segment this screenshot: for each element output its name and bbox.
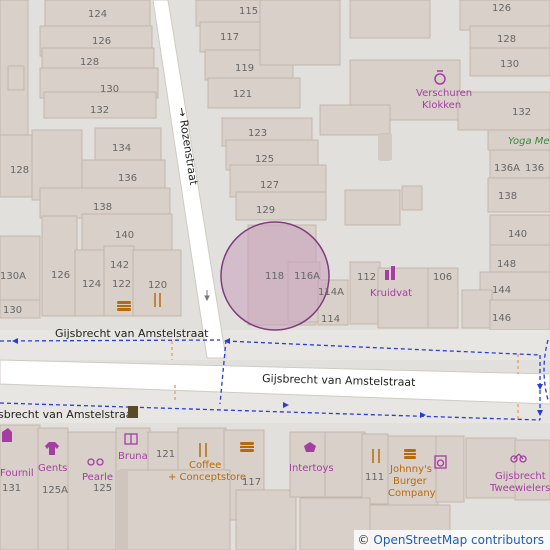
house-number: 127 [260, 180, 279, 191]
house-number: 125A [42, 485, 68, 496]
house-number: 126 [492, 3, 511, 14]
house-number: 128 [10, 165, 29, 176]
house-number: 124 [88, 9, 107, 20]
house-number: 123 [248, 128, 267, 139]
house-number: 118 [265, 271, 284, 282]
house-number: 130A [0, 271, 26, 282]
house-number: 125 [93, 483, 112, 494]
house-number: 146 [492, 313, 511, 324]
house-number: 138 [93, 202, 112, 213]
building-dark [116, 470, 128, 550]
house-number: 136 [118, 173, 137, 184]
house-number: 116A [294, 271, 320, 282]
poi-label-pearle: Pearle [82, 472, 113, 483]
poi-label-intertoys: Intertoys [289, 463, 334, 474]
house-number: 128 [80, 57, 99, 68]
house-number: 140 [115, 230, 134, 241]
attribution-link[interactable]: OpenStreetMap contributors [373, 533, 544, 547]
street-label-amstelstraat-west: Gijsbrecht van Amstelstraat [55, 327, 209, 340]
house-number: 119 [235, 63, 254, 74]
house-number: 130 [100, 84, 119, 95]
house-number: 144 [492, 285, 511, 296]
burger-icon [404, 449, 416, 459]
house-number: 128 [497, 34, 516, 45]
house-number: 126 [51, 270, 70, 281]
burger-icon [240, 442, 254, 452]
poi-label-verschuren: Verschuren [416, 88, 472, 99]
house-number: 114A [318, 287, 344, 298]
house-number: 120 [148, 280, 167, 291]
poi-label-gents: Gents [38, 463, 67, 474]
house-number: 132 [512, 107, 531, 118]
poi-label-gijsbrecht: Gijsbrecht [495, 471, 546, 482]
house-number: 136A [494, 163, 520, 174]
house-number: 129 [256, 205, 275, 216]
house-number: 132 [90, 105, 109, 116]
house-number: 138 [498, 191, 517, 202]
map-canvas[interactable]: → Rozenstraat Gijsbrecht van Amstelstraa… [0, 0, 550, 550]
poi-label-yoga: Yoga Me [508, 136, 550, 147]
house-number: 140 [508, 229, 527, 240]
house-number: 117 [220, 32, 239, 43]
house-number: 134 [112, 143, 131, 154]
poi-label-kruidvat: Kruidvat [370, 288, 412, 299]
house-number: 111 [365, 472, 384, 483]
lodging-icon [128, 406, 138, 418]
burger-icon [117, 301, 131, 311]
house-number: 124 [82, 279, 101, 290]
house-number: 114 [321, 314, 340, 325]
poi-label-johnnys: Johnny's [389, 464, 432, 475]
street-label-amstelstraat-south: sbrecht van Amstelstraat [0, 408, 137, 421]
house-number: 121 [156, 449, 175, 460]
poi-label-company: Company [388, 488, 436, 499]
poi-label-burger: Burger [393, 476, 428, 487]
poi-label-conceptstore: + Conceptstore [168, 472, 246, 483]
map-attribution: © OpenStreetMap contributors [353, 530, 550, 550]
house-number: 125 [255, 154, 274, 165]
poi-label-bruna: Bruna [118, 451, 148, 462]
house-number: 130 [3, 305, 22, 316]
copyright-symbol: © [357, 533, 370, 547]
house-number: 115 [239, 6, 258, 17]
house-number: 148 [497, 259, 516, 270]
house-number: 131 [2, 483, 21, 494]
poi-label-fournil: Fournil [0, 468, 34, 479]
building-small [378, 134, 392, 160]
poi-label-tweewielers: Tweewielers [489, 483, 550, 494]
house-number: 106 [433, 272, 452, 283]
house-number: 112 [357, 272, 376, 283]
house-number: 121 [233, 89, 252, 100]
poi-label-klokken: Klokken [422, 100, 461, 111]
house-number: 142 [110, 260, 129, 271]
house-number: 130 [500, 59, 519, 70]
poi-label-coffee: Coffee [189, 460, 221, 471]
house-number: 126 [92, 36, 111, 47]
house-number: 136 [525, 163, 544, 174]
house-number: 122 [112, 279, 131, 290]
